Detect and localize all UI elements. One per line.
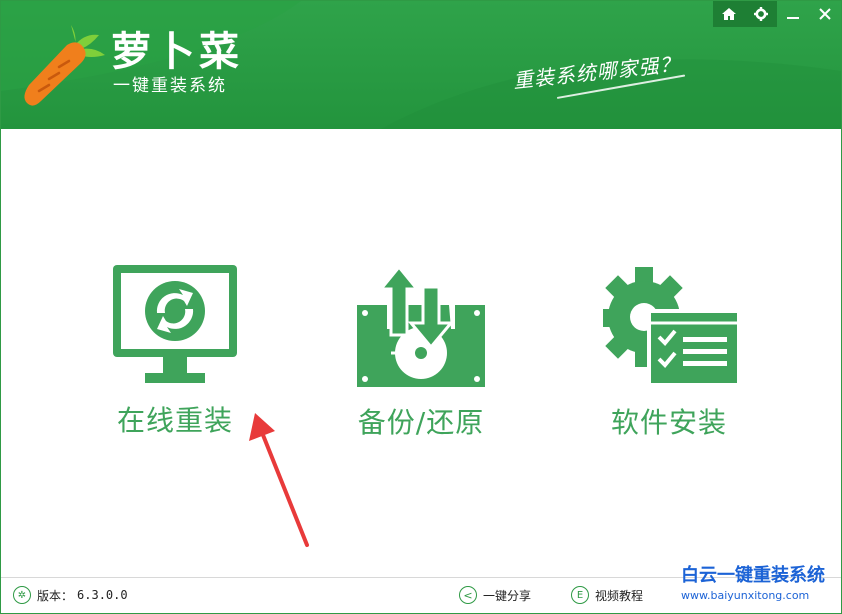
watermark-text: 白云一键重装系统 bbox=[681, 565, 825, 586]
backup-restore-button[interactable]: 备份/还原 bbox=[343, 265, 499, 441]
version-info: ✲ 版本： 6.3.0.0 bbox=[13, 586, 128, 604]
software-install-label: 软件安装 bbox=[610, 406, 727, 439]
version-label: 版本： bbox=[37, 588, 74, 603]
header-banner: 萝卜菜 一键重装系统 重装系统哪家强？ bbox=[1, 1, 841, 129]
backup-restore-label: 备份/还原 bbox=[357, 406, 485, 439]
version-icon: ✲ bbox=[13, 586, 31, 604]
watermark-url: www.baiyunxitong.com bbox=[681, 589, 810, 602]
settings-button[interactable] bbox=[745, 1, 777, 27]
app-window: 萝卜菜 一键重装系统 重装系统哪家强？ 在线重装 备份/还原 软件安装 ✲ 版本… bbox=[0, 0, 842, 614]
minimize-icon bbox=[787, 17, 799, 19]
version-value: 6.3.0.0 bbox=[77, 588, 128, 602]
carrot-logo-icon bbox=[24, 25, 105, 106]
monitor-refresh-icon bbox=[113, 265, 237, 383]
home-icon bbox=[722, 8, 736, 20]
close-icon bbox=[819, 8, 831, 20]
video-tutorial-icon: E bbox=[571, 586, 589, 604]
video-tutorial-label: 视频教程 bbox=[595, 588, 644, 603]
share-button[interactable]: < 一键分享 bbox=[459, 586, 531, 604]
brand-title: 萝卜菜 bbox=[111, 29, 243, 75]
software-install-icon bbox=[603, 267, 739, 385]
backup-restore-icon bbox=[357, 265, 485, 387]
close-button[interactable] bbox=[809, 1, 841, 27]
share-label: 一键分享 bbox=[483, 588, 532, 603]
home-button[interactable] bbox=[713, 1, 745, 27]
software-install-button[interactable]: 软件安装 bbox=[591, 265, 747, 441]
online-reinstall-button[interactable]: 在线重装 bbox=[101, 263, 249, 439]
online-reinstall-label: 在线重装 bbox=[116, 404, 233, 437]
brand-subtitle: 一键重装系统 bbox=[113, 76, 227, 96]
window-controls bbox=[713, 1, 841, 29]
share-icon: < bbox=[459, 586, 477, 604]
video-tutorial-button[interactable]: E 视频教程 bbox=[571, 586, 643, 604]
gear-icon bbox=[754, 7, 768, 21]
minimize-button[interactable] bbox=[777, 1, 809, 27]
